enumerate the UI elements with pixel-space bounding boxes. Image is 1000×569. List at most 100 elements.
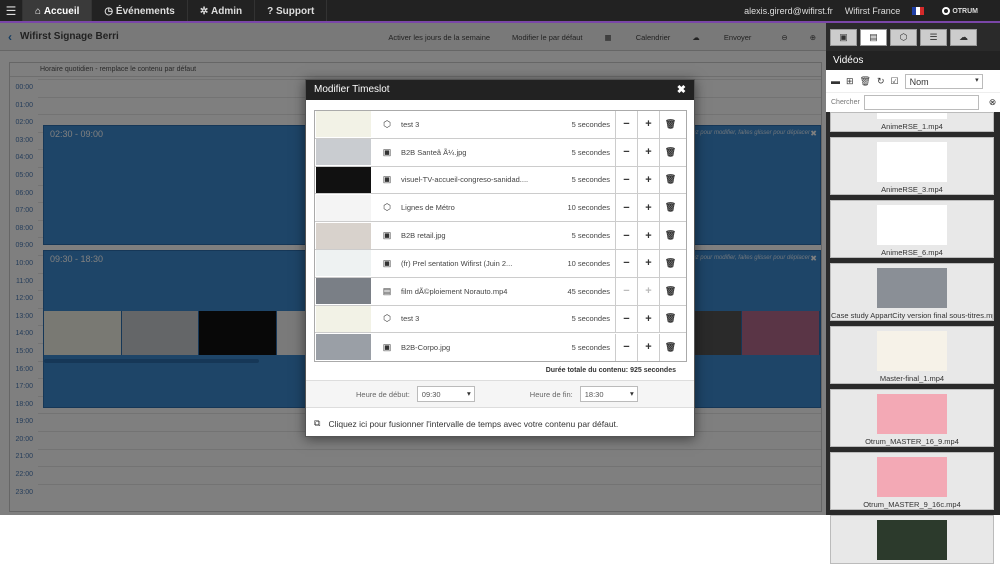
video-thumbnail: [877, 331, 947, 371]
clear-search-icon[interactable]: ⊗: [989, 97, 997, 108]
trash-icon[interactable]: 🗑: [659, 333, 681, 361]
add-icon[interactable]: ⊞: [846, 76, 854, 87]
content-row[interactable]: ⬡ test 3 5 secondes − + 🗑: [315, 305, 686, 334]
org-name[interactable]: Wifirst France: [845, 6, 901, 16]
start-time-select[interactable]: 09:30: [416, 386, 475, 403]
content-row[interactable]: ⬡ Lignes de Métro 10 secondes − + 🗑: [315, 194, 686, 223]
video-card[interactable]: Otrum_MASTER_9_16c.mp4: [830, 452, 994, 510]
list-tab-icon[interactable]: ☰: [920, 28, 947, 46]
move-up-button[interactable]: −: [615, 277, 637, 305]
content-row[interactable]: ▤ film dÃ©ploiement Norauto.mp4 45 seconde…: [315, 277, 686, 306]
gears-icon: ✲: [199, 5, 209, 17]
content-thumbnail: [316, 305, 371, 332]
content-row[interactable]: ▣ (fr) Prel sentation Wifirst (Juin 2... 1…: [315, 249, 686, 278]
edit-timeslot-modal: Modifier Timeslot ✖ ⬡ test 35 secondes − + 🗑…: [305, 79, 695, 437]
move-down-button[interactable]: +: [637, 138, 659, 166]
video-name: AnimeRSE_3.mp4: [881, 185, 943, 194]
video-thumbnail: [877, 268, 947, 308]
image-icon: ▣: [382, 230, 392, 241]
video-thumbnail: [877, 205, 947, 245]
trash-icon[interactable]: 🗑: [659, 249, 681, 277]
move-up-button[interactable]: −: [615, 166, 637, 194]
move-up-button[interactable]: −: [615, 138, 637, 166]
media-type-tabs: ▣ ▤ ⬡ ☰ ☁: [826, 23, 1000, 51]
logo-ring-icon: [942, 7, 951, 15]
image-tab-icon[interactable]: ▣: [830, 28, 857, 46]
tab-label: Événements: [115, 5, 175, 17]
video-thumbnail: [877, 142, 947, 182]
search-row: Chercher ⊗: [826, 92, 1000, 112]
move-up-button[interactable]: −: [615, 194, 637, 222]
video-card[interactable]: AnimeRSE_6.mp4: [830, 200, 994, 258]
tab-admin[interactable]: ✲ Admin: [186, 0, 254, 22]
sort-select[interactable]: Nom: [904, 73, 983, 89]
video-tab-icon[interactable]: ▤: [860, 28, 887, 46]
cloud-tab-icon[interactable]: ☁: [950, 28, 977, 46]
otrum-logo: OTRUM: [942, 7, 990, 15]
tab-accueil[interactable]: ⌂ Accueil: [22, 0, 92, 22]
content-row[interactable]: ▣ B2B-Corpo.jpg 5 secondes − + 🗑: [315, 333, 686, 361]
video-card[interactable]: Master-final_1.mp4: [830, 326, 994, 384]
move-down-button[interactable]: +: [637, 166, 659, 194]
content-name: test 3: [401, 314, 420, 324]
move-up-button[interactable]: −: [615, 333, 637, 361]
content-thumbnail: [316, 278, 371, 305]
tab-support[interactable]: ? Support: [254, 0, 328, 22]
trash-icon[interactable]: 🗑: [659, 222, 681, 250]
cube-icon: ⬡: [383, 118, 391, 129]
trash-icon[interactable]: 🗑: [659, 277, 681, 305]
content-duration: 5 secondes: [571, 314, 610, 324]
video-card[interactable]: Case study AppartCity version final sous…: [830, 263, 994, 321]
content-thumbnail: [316, 111, 371, 138]
hamburger-icon[interactable]: ☰: [0, 0, 22, 22]
content-name: (fr) Prel sentation Wifirst (Juin 2...: [401, 258, 513, 268]
move-down-button[interactable]: +: [637, 305, 659, 333]
video-card[interactable]: [830, 515, 994, 564]
video-card[interactable]: Otrum_MASTER_16_9.mp4: [830, 389, 994, 447]
nav-right: alexis.girerd@wifirst.fr Wifirst France …: [744, 0, 1000, 22]
end-time-select[interactable]: 18:30: [579, 386, 638, 403]
user-email[interactable]: alexis.girerd@wifirst.fr: [744, 6, 833, 16]
checkbox-icon[interactable]: ☑: [891, 76, 899, 87]
video-card[interactable]: AnimeRSE_3.mp4: [830, 137, 994, 195]
move-up-button[interactable]: −: [615, 249, 637, 277]
content-row[interactable]: ▣ visuel-TV-accueil-congreso-sanidad.... 5…: [315, 166, 686, 195]
trash-icon[interactable]: 🗑: [659, 194, 681, 222]
move-down-button[interactable]: +: [637, 249, 659, 277]
move-down-button[interactable]: +: [637, 277, 659, 305]
trash-icon[interactable]: 🗑: [659, 110, 681, 138]
content-name: test 3: [401, 119, 420, 129]
content-row[interactable]: ▣ B2B retail.jpg 5 secondes − + 🗑: [315, 222, 686, 250]
trash-icon[interactable]: 🗑: [659, 305, 681, 333]
move-up-button[interactable]: −: [615, 222, 637, 250]
video-name: AnimeRSE_1.mp4: [881, 122, 943, 131]
move-up-button[interactable]: −: [615, 305, 637, 333]
move-down-button[interactable]: +: [637, 333, 659, 361]
merge-default-link[interactable]: ⧉ Cliquez ici pour fusionner l'intervall…: [314, 418, 694, 429]
close-icon[interactable]: ✖: [677, 80, 686, 100]
move-down-button[interactable]: +: [637, 110, 659, 138]
trash-icon[interactable]: 🗑: [659, 138, 681, 166]
folder-icon[interactable]: ▬: [831, 76, 840, 86]
content-row[interactable]: ▣ B2B Santeâ Ã¼.jpg 5 secondes − + 🗑: [315, 138, 686, 167]
start-time-label: Heure de début:: [356, 389, 410, 399]
refresh-icon[interactable]: ↻: [877, 76, 885, 87]
video-card[interactable]: AnimeRSE_1.mp4: [830, 112, 994, 132]
time-range-row: Heure de début: 09:30 Heure de fin: 18:3…: [306, 380, 694, 409]
content-duration: 5 secondes: [571, 175, 610, 185]
content-row[interactable]: ⬡ test 3 5 secondes − + 🗑: [315, 110, 686, 139]
france-flag-icon[interactable]: [912, 7, 925, 15]
search-input[interactable]: [863, 95, 979, 110]
video-name: Otrum_MASTER_16_9.mp4: [865, 437, 959, 446]
cube-tab-icon[interactable]: ⬡: [890, 28, 917, 46]
content-name: B2B retail.jpg: [401, 231, 446, 241]
move-up-button[interactable]: −: [615, 110, 637, 138]
media-sidebar: ▣ ▤ ⬡ ☰ ☁ Vidéos ▬ ⊞ 🗑 ↻ ☑ Nom Chercher …: [826, 23, 1000, 564]
trash-icon[interactable]: 🗑: [659, 166, 681, 194]
copy-icon: ⧉: [314, 418, 321, 429]
move-down-button[interactable]: +: [637, 194, 659, 222]
tab-evenements[interactable]: ◷ Événements: [91, 0, 186, 22]
trash-icon[interactable]: 🗑: [860, 76, 871, 87]
move-down-button[interactable]: +: [637, 222, 659, 250]
content-name: Lignes de Métro: [401, 203, 455, 213]
